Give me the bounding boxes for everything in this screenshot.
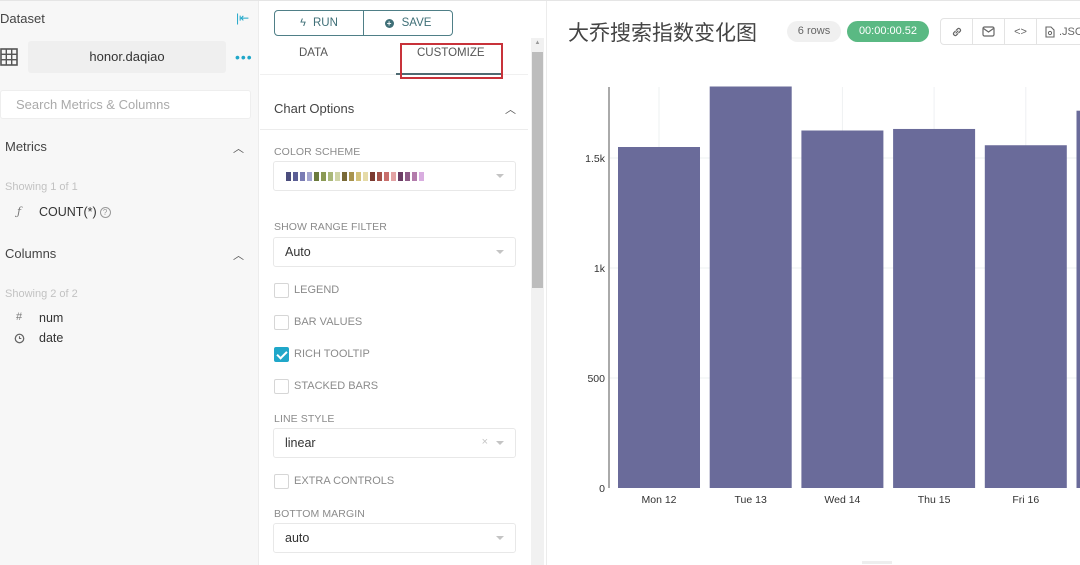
color-scheme-label: COLOR SCHEME	[274, 146, 361, 158]
x-tick-label: Fri 16	[1012, 494, 1039, 506]
dropdown-caret-icon	[496, 441, 504, 445]
checkbox-box[interactable]	[274, 474, 289, 489]
color-swatch	[405, 172, 410, 181]
color-swatch	[293, 172, 298, 181]
color-swatch	[342, 172, 347, 181]
color-swatch	[314, 172, 319, 181]
color-scheme-select[interactable]	[273, 161, 516, 191]
save-button[interactable]: + SAVE	[363, 11, 452, 35]
bar-chart: 0 500 1k 1.5k Mon 12 Tue 13 Wed 14 Thu 15 Fri 16	[585, 86, 1080, 506]
color-swatch	[377, 172, 382, 181]
column-label: num	[39, 311, 64, 325]
bottom-margin-value: auto	[285, 531, 310, 545]
line-style-label: LINE STYLE	[274, 413, 335, 425]
bar[interactable]	[893, 128, 976, 488]
color-swatch	[370, 172, 375, 181]
numeric-hash-icon: #	[15, 311, 23, 323]
chevron-up-icon[interactable]: ︿	[233, 140, 244, 156]
datasource-panel: Dataset |⇤ honor.daqiao ••• Metrics ︿ Sh…	[0, 1, 259, 565]
color-swatch	[412, 172, 417, 181]
color-swatch	[300, 172, 305, 181]
annotation-highlight-box	[400, 43, 503, 79]
scrollbar-thumb[interactable]	[532, 52, 543, 288]
bottom-margin-select[interactable]: auto	[273, 523, 516, 553]
color-swatch	[349, 172, 354, 181]
datasource-title: Dataset	[0, 11, 45, 26]
query-button-group: ϟ RUN + SAVE	[274, 10, 453, 36]
color-swatch	[391, 172, 396, 181]
color-swatch	[307, 172, 312, 181]
checkbox-box[interactable]	[274, 379, 289, 394]
chevron-up-icon[interactable]: ︿	[233, 247, 244, 263]
x-tick-label: Wed 14	[824, 494, 860, 506]
clock-icon	[12, 331, 26, 347]
color-swatches	[286, 172, 424, 181]
bar[interactable]	[618, 147, 700, 488]
columns-showing-count: Showing 2 of 2	[5, 288, 78, 300]
plus-circle-icon: +	[384, 18, 394, 28]
chart-scroll-indicator	[862, 561, 892, 564]
x-tick-label: Thu 15	[918, 494, 951, 506]
y-tick-label: 0	[599, 483, 605, 495]
dropdown-caret-icon	[496, 536, 504, 540]
y-tick-label: 500	[587, 373, 605, 385]
metric-label: COUNT(*)	[39, 205, 97, 219]
dataset-row: honor.daqiao •••	[0, 41, 259, 73]
collapse-panel-icon[interactable]: |⇤	[236, 11, 249, 25]
run-button[interactable]: ϟ RUN	[275, 11, 363, 35]
checkbox-checked-icon[interactable]	[274, 347, 289, 362]
color-swatch	[328, 172, 333, 181]
color-swatch	[286, 172, 291, 181]
more-options-icon[interactable]: •••	[235, 49, 253, 65]
scroll-up-arrow-icon[interactable]: ▲	[531, 40, 544, 50]
metrics-showing-count: Showing 1 of 1	[5, 181, 78, 193]
range-filter-label: SHOW RANGE FILTER	[274, 221, 387, 233]
section-divider	[260, 129, 528, 130]
color-swatch	[384, 172, 389, 181]
app-root: Dataset |⇤ honor.daqiao ••• Metrics ︿ Sh…	[0, 0, 1080, 565]
dropdown-caret-icon	[496, 174, 504, 178]
column-label: date	[39, 331, 64, 345]
color-swatch	[356, 172, 361, 181]
bar[interactable]	[1076, 110, 1080, 488]
bar[interactable]	[801, 130, 884, 489]
color-swatch	[363, 172, 368, 181]
x-tick-label: Mon 12	[641, 494, 676, 506]
metrics-section-title[interactable]: Metrics	[5, 139, 47, 154]
checkbox-box[interactable]	[274, 315, 289, 330]
lightning-icon: ϟ	[300, 17, 306, 29]
table-grid-icon	[0, 48, 18, 66]
color-swatch	[398, 172, 403, 181]
color-swatch	[419, 172, 424, 181]
dropdown-caret-icon	[496, 250, 504, 254]
controls-panel: ϟ RUN + SAVE DATA CUSTOMIZE ▲ Chart Opti…	[260, 1, 547, 565]
checkbox-box[interactable]	[274, 283, 289, 298]
chart-container: 大乔搜索指数变化图 6 rows 00:00:00.52 <> .JSON 05…	[548, 1, 1080, 565]
datasource-header: Dataset |⇤	[0, 11, 259, 29]
range-filter-value: Auto	[285, 245, 311, 259]
bar[interactable]	[709, 86, 792, 489]
chevron-up-icon[interactable]: ︿	[505, 101, 516, 117]
columns-section-title[interactable]: Columns	[5, 246, 56, 261]
chart-options-title[interactable]: Chart Options	[274, 101, 354, 116]
bottom-margin-label: BOTTOM MARGIN	[274, 508, 365, 520]
search-metrics-input[interactable]	[0, 90, 251, 119]
bar[interactable]	[984, 145, 1067, 489]
function-icon: ƒ	[16, 205, 22, 218]
line-style-select[interactable]: linear ×	[273, 428, 516, 458]
line-style-value: linear	[285, 436, 316, 450]
x-tick-label: Tue 13	[735, 494, 767, 506]
color-swatch	[321, 172, 326, 181]
color-swatch	[335, 172, 340, 181]
controls-scrollbar[interactable]: ▲	[531, 38, 544, 565]
help-icon[interactable]: ?	[99, 207, 111, 218]
y-tick-label: 1k	[594, 263, 606, 275]
y-tick-label: 1.5k	[585, 153, 606, 165]
tab-data[interactable]: DATA	[299, 47, 328, 59]
clear-icon[interactable]: ×	[482, 436, 488, 448]
range-filter-select[interactable]: Auto	[273, 237, 516, 267]
dataset-name[interactable]: honor.daqiao	[28, 41, 226, 73]
